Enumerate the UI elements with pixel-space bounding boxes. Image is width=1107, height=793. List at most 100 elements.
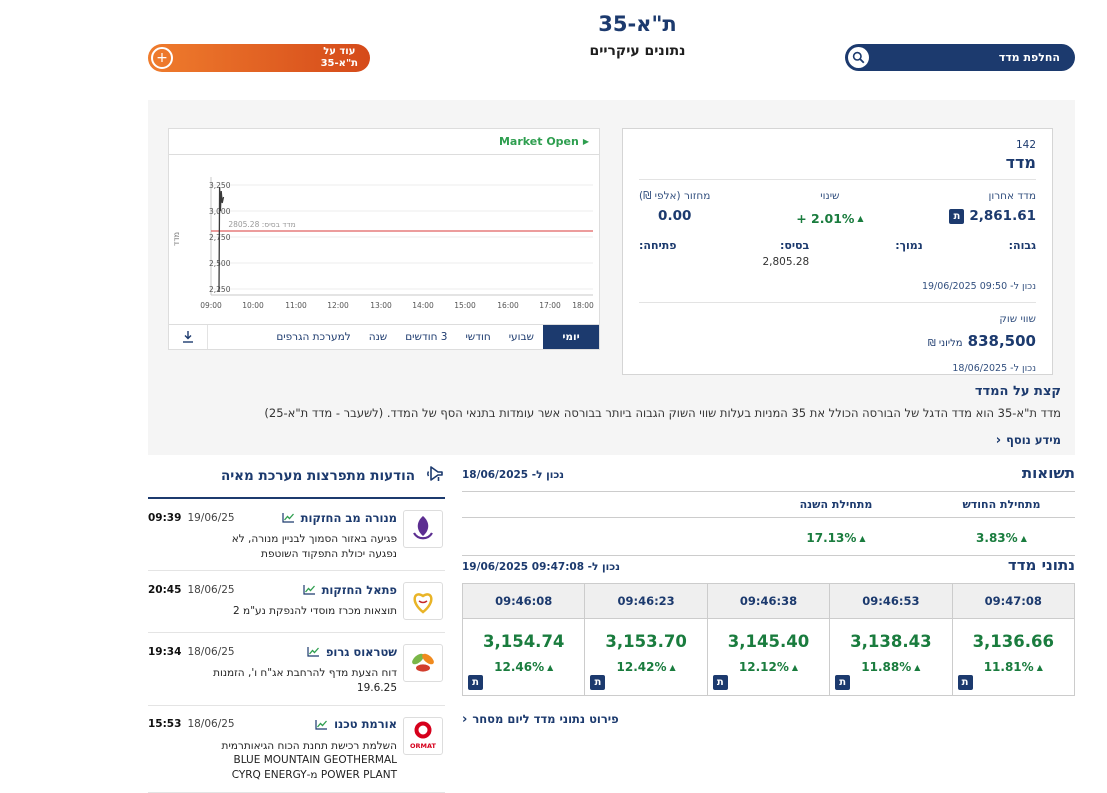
quote-value: 3,136.66 [953, 632, 1074, 651]
search-icon [848, 47, 869, 68]
y-tick: 2,500 [209, 259, 231, 268]
tase-badge: ת [468, 675, 483, 690]
last-rate-cell: מדד אחרון 2,861.61 ת [949, 190, 1036, 227]
turnover-cell: מחזור (אלפי ₪) 0.00 [639, 190, 710, 227]
mini-chart-icon [307, 642, 320, 661]
announcement-item[interactable]: פתאל החזקות 18/06/25 20:45 תוצאות מכרז מ… [148, 571, 445, 633]
announcement-date: 18/06/25 [187, 718, 234, 730]
up-triangle-icon: ▲ [1037, 663, 1043, 672]
quote-cell: 3,153.70 12.42%▲ ת [585, 619, 707, 696]
announcement-item[interactable]: ORMAT אורמת טכנו 18/06/25 15:53 השלמת רכ… [148, 706, 445, 793]
y-axis-title: מדד [172, 232, 181, 246]
quote-time: 09:46:23 [585, 584, 707, 619]
index-data-detail-link[interactable]: פירוט נתוני מדד ליום מסחר‹ [462, 712, 619, 726]
x-tick: 14:00 [412, 301, 434, 310]
quote-time: 09:46:53 [830, 584, 952, 619]
announcement-text: תוצאות מכרז מוסדי להנפקת נע"מ 2 [148, 604, 397, 619]
announcement-item[interactable]: מנורה מב החזקות 19/06/25 09:39 פגיעה באז… [148, 499, 445, 571]
tabs-spacer [208, 325, 267, 349]
securities-count: 142 [639, 139, 1036, 151]
base-value: 2,805.28 [762, 256, 809, 268]
price-as-of: נכון ל- 09:50 19/06/2025 [639, 281, 1036, 292]
tab-monthly[interactable]: חודשי [456, 325, 499, 349]
tase-badge: ת [713, 675, 728, 690]
ormat-logo: ORMAT [403, 717, 443, 755]
instrument-type: מדד [639, 153, 1036, 172]
market-cap-section: שווי שוק 838,500 מליוני ₪ נכון ל- 18/06/… [639, 302, 1036, 374]
returns-as-of: נכון ל- 18/06/2025 [462, 469, 564, 481]
announcement-date: 18/06/25 [187, 646, 234, 658]
index-summary-panel: 142 מדד מדד אחרון 2,861.61 ת שינוי + 2.0… [622, 128, 1053, 375]
tase-badge: ת [949, 209, 964, 224]
fattal-logo [403, 582, 443, 620]
x-tick: 16:00 [497, 301, 519, 310]
change-value: + 2.01% [796, 211, 854, 226]
index-data-table: 09:46:08 09:46:23 09:46:38 09:46:53 09:4… [462, 583, 1075, 696]
company-link[interactable]: אורמת טכנו [334, 717, 397, 731]
quote-value: 3,153.70 [585, 632, 706, 651]
charts-system-link[interactable]: למערכת הגרפים [267, 325, 359, 349]
quote-cell: 3,138.43 11.88%▲ ת [830, 619, 952, 696]
maya-announcements-section: הודעות מתפרצות מערכת מאיה מנורה מב החזקו… [148, 464, 445, 793]
market-cap-value: 838,500 [968, 332, 1036, 350]
price-chart: מדד 3,250 3,000 2,750 2,500 2,250 מדד בס… [169, 155, 599, 324]
tab-weekly[interactable]: שבועי [500, 325, 543, 349]
company-link[interactable]: מנורה מב החזקות [301, 511, 397, 525]
last-rate-label: מדד אחרון [949, 190, 1036, 202]
about-title: קצת על המדד [168, 384, 1061, 399]
company-link[interactable]: שטראוס גרופ [326, 645, 397, 659]
x-tick: 13:00 [370, 301, 392, 310]
up-triangle-icon: ▲ [857, 214, 863, 223]
low-label: נמוך: [895, 239, 922, 252]
x-tick: 18:00 [572, 301, 594, 310]
tab-3-months[interactable]: 3 חודשים [396, 325, 456, 349]
last-rate-value: 2,861.61 [969, 208, 1036, 224]
announcement-time: 20:45 [148, 584, 181, 596]
svg-text:ORMAT: ORMAT [410, 742, 437, 750]
x-tick: 11:00 [285, 301, 307, 310]
company-link[interactable]: פתאל החזקות [322, 583, 397, 597]
more-info-link[interactable]: מידע נוסף‹ [996, 433, 1061, 447]
search-label: החלפת מדד [999, 51, 1060, 64]
x-tick: 15:00 [454, 301, 476, 310]
quote-cell: 3,145.40 12.12%▲ ת [707, 619, 829, 696]
turnover-label: מחזור (אלפי ₪) [639, 190, 710, 202]
chart-range-tabs: יומי שבועי חודשי 3 חודשים שנה למערכת הגר… [169, 324, 599, 349]
returns-year-header: מתחילת השנה [744, 492, 928, 518]
returns-section: תשואות נכון ל- 18/06/2025 מתחילת החודש מ… [462, 464, 1075, 556]
announcement-text: השלמת רכישת תחנת הכוח הגיאותרמית BLUE MO… [148, 739, 397, 783]
announcement-date: 19/06/25 [187, 512, 234, 524]
page-subtitle: נתונים עיקריים [500, 43, 775, 59]
plus-icon: + [151, 47, 173, 69]
tase-badge: ת [590, 675, 605, 690]
up-triangle-icon: ▲ [547, 663, 553, 672]
more-about-index-label: עוד על ת"א-35 [321, 46, 358, 71]
index-overview-card: Market Open▶ מדד 3,250 3,000 2,750 2, [148, 100, 1075, 455]
download-chart-button[interactable] [169, 325, 208, 349]
turnover-value: 0.00 [639, 208, 710, 224]
returns-year-cell: 17.13%▲ [744, 518, 928, 556]
index-data-title: נתוני מדד [1008, 556, 1075, 574]
about-index-section: קצת על המדד מדד ת"א-35 הוא מדד הדגל של ה… [168, 384, 1061, 448]
up-triangle-icon: ▲ [1021, 534, 1027, 543]
index-data-section: נתוני מדד נכון ל- 09:47:08 19/06/2025 09… [462, 556, 1075, 727]
mini-chart-icon [303, 580, 316, 599]
change-cell: שינוי + 2.01% ▲ [796, 190, 863, 227]
open-label: פתיחה: [639, 239, 677, 252]
index-data-as-of: נכון ל- 09:47:08 19/06/2025 [462, 561, 620, 573]
more-about-index-button[interactable]: עוד על ת"א-35 + [148, 44, 370, 72]
quote-time: 09:46:38 [707, 584, 829, 619]
quote-value: 3,145.40 [708, 632, 829, 651]
index-identity: 142 מדד [639, 139, 1036, 180]
quote-value: 3,154.74 [463, 632, 584, 651]
x-tick: 09:00 [200, 301, 222, 310]
change-label: שינוי [796, 190, 863, 202]
base-cell: בסיס: 2,805.28 [762, 239, 809, 268]
x-tick: 17:00 [539, 301, 561, 310]
base-label: בסיס: [762, 239, 809, 252]
replace-index-search-button[interactable]: החלפת מדד [845, 44, 1075, 71]
returns-table: מתחילת החודש מתחילת השנה 3.83%▲ 17.13%▲ [462, 491, 1075, 556]
tab-daily[interactable]: יומי [543, 325, 599, 349]
announcement-item[interactable]: שטראוס גרופ 18/06/25 19:34 דוח הצעת מדף … [148, 633, 445, 705]
tab-year[interactable]: שנה [360, 325, 397, 349]
